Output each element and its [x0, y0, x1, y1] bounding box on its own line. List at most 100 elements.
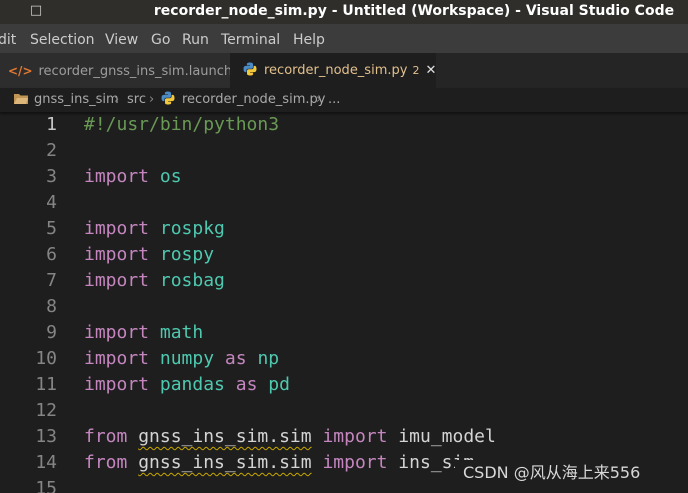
breadcrumb-folder-label: gnss_ins_sim — [34, 92, 119, 107]
menu-run[interactable]: Run — [182, 24, 209, 53]
code-text: import rospy — [84, 242, 214, 268]
code-line[interactable]: 11 import pandas as pd — [0, 372, 688, 398]
close-icon[interactable]: ✕ — [425, 63, 436, 78]
code-token: from — [84, 426, 128, 447]
code-token-warning: gnss_ins_sim.sim — [138, 452, 312, 473]
menu-terminal[interactable]: Terminal — [221, 24, 280, 53]
menu-view[interactable]: View — [105, 24, 138, 53]
chevron-right-icon: › — [316, 92, 322, 107]
code-token: rosbag — [159, 270, 225, 291]
code-token: pd — [268, 374, 290, 395]
menu-edit[interactable]: dit — [0, 24, 16, 53]
breadcrumb-folder[interactable]: gnss_ins_sim — [14, 88, 119, 112]
menu-go[interactable]: Go — [151, 24, 170, 53]
line-number: 5 — [46, 218, 57, 239]
code-text: import numpy as np — [84, 346, 279, 372]
line-number: 9 — [46, 322, 57, 343]
code-token-warning: gnss_ins_sim.sim — [138, 426, 312, 447]
line-number: 1 — [46, 114, 57, 135]
tab-launch-file[interactable]: </> recorder_gnss_ins_sim.launch — [0, 53, 233, 88]
code-text: import os — [84, 164, 182, 190]
code-text: import pandas as pd — [84, 372, 290, 398]
code-line[interactable]: 13 from gnss_ins_sim.sim import imu_model — [0, 424, 688, 450]
code-token: import — [84, 218, 150, 239]
menu-help[interactable]: Help — [293, 24, 325, 53]
code-line[interactable]: 2 — [0, 138, 688, 164]
code-token: imu_model — [387, 426, 496, 447]
line-number: 15 — [35, 478, 57, 493]
line-number: 11 — [35, 374, 57, 395]
tab-label: recorder_node_sim.py — [264, 63, 408, 78]
code-token: os — [159, 166, 182, 187]
code-token: rospy — [159, 244, 215, 265]
editor-tab-bar: </> recorder_gnss_ins_sim.launch recorder… — [0, 53, 688, 88]
breadcrumb: gnss_ins_sim › src › recorder_node_sim.p… — [0, 88, 688, 112]
code-text: from gnss_ins_sim.sim import ins_sim — [84, 450, 474, 476]
code-token: numpy — [159, 348, 215, 369]
title-bar: □ recorder_node_sim.py - Untitled (Works… — [0, 0, 688, 24]
code-token: math — [159, 322, 204, 343]
line-number: 7 — [46, 270, 57, 291]
code-text: import rosbag — [84, 268, 225, 294]
code-token: import — [84, 270, 150, 291]
line-number: 8 — [46, 296, 57, 317]
tab-recorder-node-sim[interactable]: recorder_node_sim.py 2 ✕ — [230, 53, 436, 88]
code-line[interactable]: 5 import rospkg — [0, 216, 688, 242]
menu-bar: dit Selection View Go Run Terminal Help — [0, 24, 688, 53]
code-text: from gnss_ins_sim.sim import imu_model — [84, 424, 496, 450]
code-line[interactable]: 8 — [0, 294, 688, 320]
breadcrumb-file[interactable]: recorder_node_sim.py — [161, 88, 325, 112]
code-token: pandas — [159, 374, 225, 395]
xml-file-icon: </> — [8, 64, 33, 78]
code-text: import math — [84, 320, 203, 346]
code-token: import — [322, 426, 388, 447]
code-line[interactable]: 12 — [0, 398, 688, 424]
line-number: 2 — [46, 140, 57, 161]
window-title: recorder_node_sim.py - Untitled (Workspa… — [153, 3, 675, 19]
code-token: as — [224, 348, 247, 369]
code-token: import — [84, 322, 150, 343]
line-number: 10 — [35, 348, 57, 369]
code-line[interactable]: 9 import math — [0, 320, 688, 346]
code-token: import — [84, 166, 150, 187]
code-token: as — [235, 374, 258, 395]
chevron-right-icon: › — [149, 92, 155, 107]
problem-count-badge: 2 — [412, 64, 420, 77]
code-token: rospkg — [159, 218, 225, 239]
code-editor[interactable]: 1 #!/usr/bin/python3 2 3 import os 4 5 import r… — [0, 112, 688, 493]
code-line[interactable]: 10 import numpy as np — [0, 346, 688, 372]
breadcrumb-symbols[interactable]: ... — [328, 88, 340, 112]
line-number: 14 — [35, 452, 57, 473]
code-line[interactable]: 3 import os — [0, 164, 688, 190]
line-number: 6 — [46, 244, 57, 265]
line-number: 12 — [35, 400, 57, 421]
menu-selection[interactable]: Selection — [30, 24, 95, 53]
line-number: 3 — [46, 166, 57, 187]
code-text: #!/usr/bin/python3 — [84, 112, 279, 138]
code-token: from — [84, 452, 128, 473]
breadcrumb-src[interactable]: src — [127, 88, 146, 112]
python-icon — [243, 62, 257, 76]
code-line[interactable]: 7 import rosbag — [0, 268, 688, 294]
python-icon — [161, 91, 175, 105]
code-line[interactable]: 6 import rospy — [0, 242, 688, 268]
code-line[interactable]: 4 — [0, 190, 688, 216]
line-number: 13 — [35, 426, 57, 447]
tab-label: recorder_gnss_ins_sim.launch — [38, 64, 233, 79]
code-line[interactable]: 1 #!/usr/bin/python3 — [0, 112, 688, 138]
